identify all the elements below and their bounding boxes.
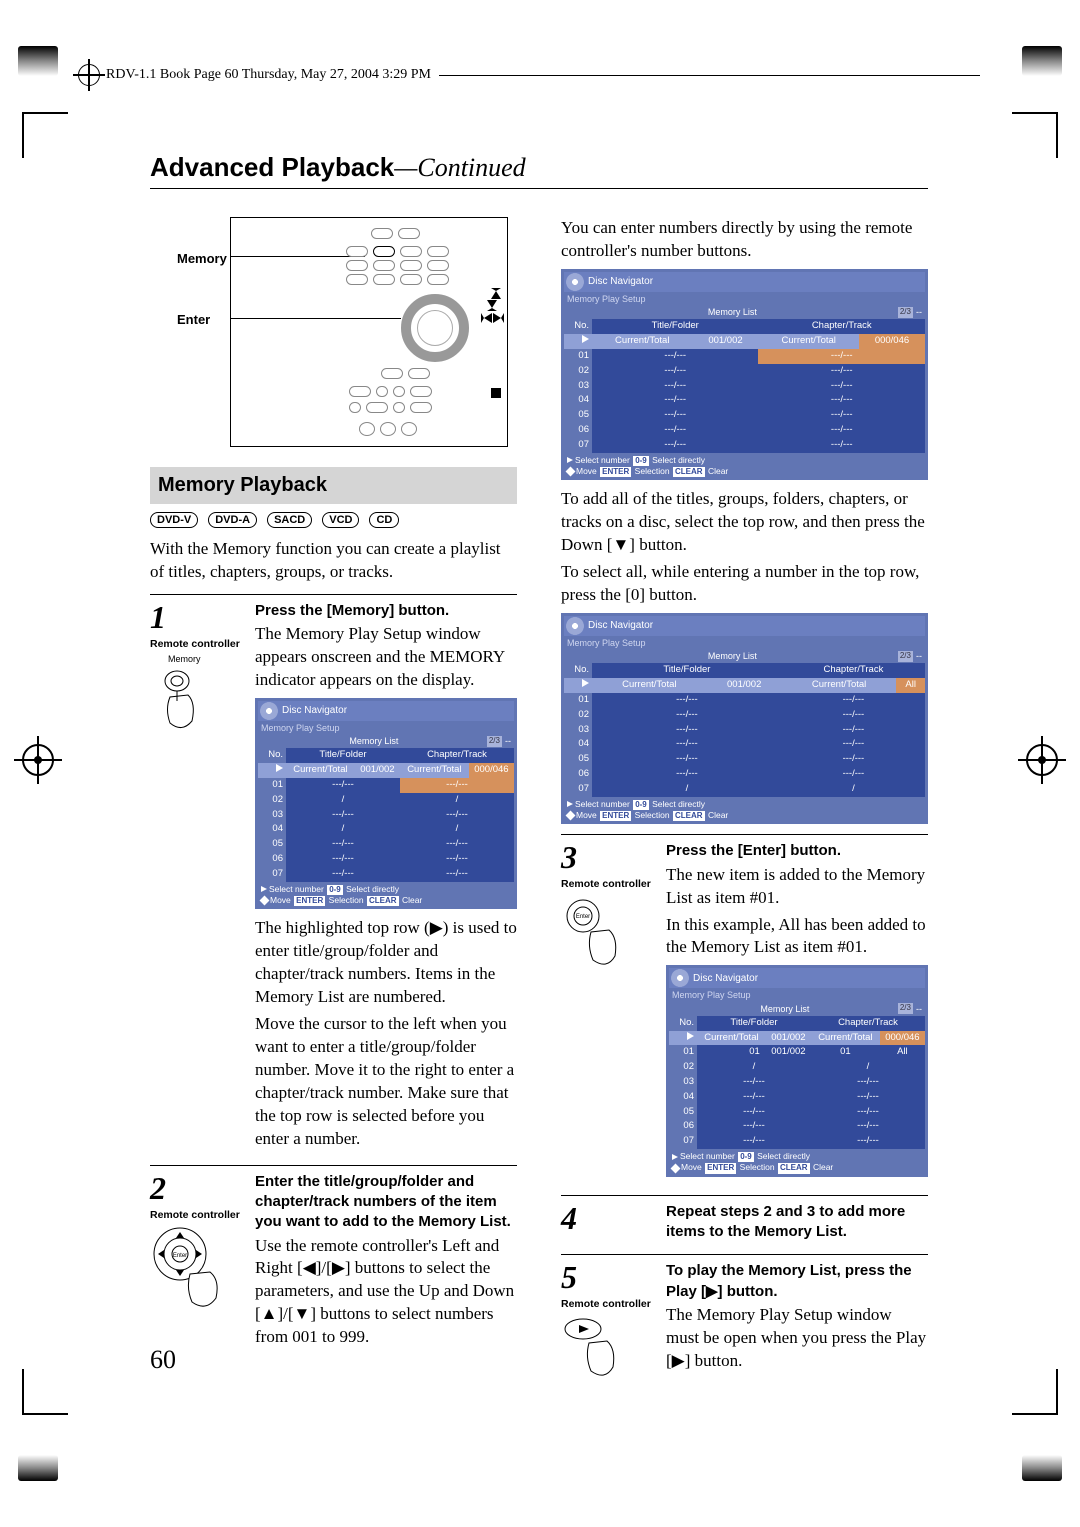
diagram-memory-label: Memory xyxy=(177,250,227,268)
step-3-title: Press the [Enter] button. xyxy=(666,841,928,861)
badge-sacd: SACD xyxy=(267,512,312,528)
step-3-body2: In this example, All has been added to t… xyxy=(666,914,928,960)
memory-button-icon xyxy=(150,669,255,741)
step-1-body2: The highlighted top row (▶) is used to e… xyxy=(255,917,517,1009)
step-2-title: Enter the title/group/folder and chapter… xyxy=(255,1172,517,1233)
disc-navigator-panel-top: Disc Navigator Memory Play Setup Memory … xyxy=(561,269,928,480)
remote-diagram: Memory Enter xyxy=(230,217,508,447)
step-1-number: 1 xyxy=(150,601,255,633)
step-5-title: To play the Memory List, press the Play … xyxy=(666,1261,928,1302)
badge-cd: CD xyxy=(369,512,399,528)
page-number: 60 xyxy=(150,1342,176,1377)
step-3-number: 3 xyxy=(561,841,666,873)
disc-navigator-panel-after-enter: Disc Navigator Memory Play Setup Memory … xyxy=(666,965,928,1176)
enter-button-icon: Enter xyxy=(561,896,666,977)
step-4-number: 4 xyxy=(561,1202,666,1234)
diagram-enter-label: Enter xyxy=(177,311,210,329)
step-1-title: Press the [Memory] button. xyxy=(255,601,517,621)
right-add-all: To add all of the titles, groups, folder… xyxy=(561,488,928,557)
badge-dvdv: DVD-V xyxy=(150,512,198,528)
right-select-all: To select all, while entering a number i… xyxy=(561,561,928,607)
page-title: Advanced Playback—Continued xyxy=(150,150,928,189)
book-header: RDV-1.1 Book Page 60 Thursday, May 27, 2… xyxy=(78,64,980,86)
disc-navigator-panel-1: Disc Navigator Memory Play Setup Memory … xyxy=(255,698,517,909)
remote-controller-label: Remote controller xyxy=(150,637,255,651)
badge-dvda: DVD-A xyxy=(208,512,257,528)
section-heading: Memory Playback xyxy=(150,467,517,504)
dpad-icon: Enter xyxy=(150,1226,255,1319)
header-text: RDV-1.1 Book Page 60 Thursday, May 27, 2… xyxy=(106,66,431,85)
step-2-body: Use the remote controller's Left and Rig… xyxy=(255,1235,517,1350)
format-badges: DVD-V DVD-A SACD VCD CD xyxy=(150,512,517,528)
step-4-title: Repeat steps 2 and 3 to add more items t… xyxy=(666,1202,928,1243)
step-1-body1: The Memory Play Setup window appears ons… xyxy=(255,623,517,692)
step-2-number: 2 xyxy=(150,1172,255,1204)
svg-text:Enter: Enter xyxy=(576,914,590,920)
play-button-icon xyxy=(561,1315,666,1392)
badge-vcd: VCD xyxy=(322,512,359,528)
step-1-body3: Move the cursor to the left when you wan… xyxy=(255,1013,517,1151)
disc-navigator-panel-all: Disc Navigator Memory Play Setup Memory … xyxy=(561,613,928,824)
step-3-body1: The new item is added to the Memory List… xyxy=(666,864,928,910)
intro-text: With the Memory function you can create … xyxy=(150,538,517,584)
svg-text:Enter: Enter xyxy=(173,1253,187,1259)
right-intro: You can enter numbers directly by using … xyxy=(561,217,928,263)
step-5-number: 5 xyxy=(561,1261,666,1293)
step-5-body: The Memory Play Setup window must be ope… xyxy=(666,1304,928,1373)
